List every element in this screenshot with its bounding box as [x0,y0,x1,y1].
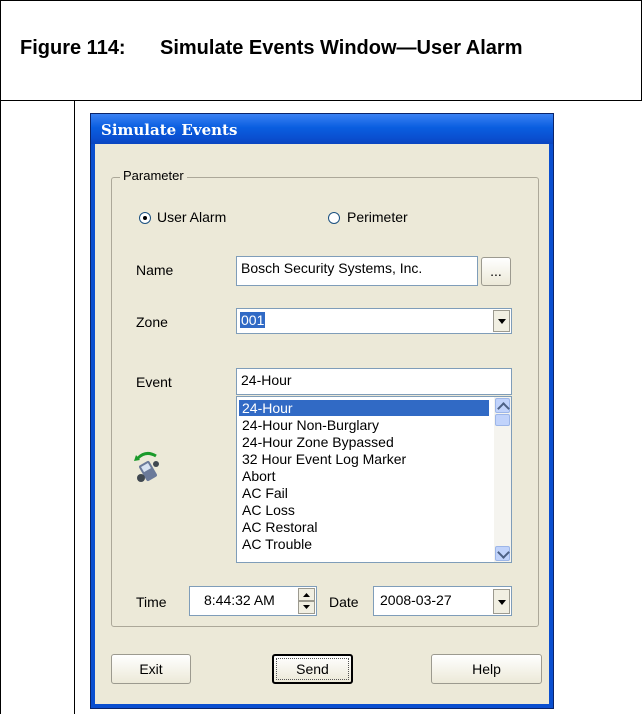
event-list-item[interactable]: AC Trouble [239,536,312,552]
figure-frame-top-rule [0,0,642,1]
help-button[interactable]: Help [431,654,542,684]
time-spinner-up[interactable] [298,588,315,601]
parameter-group-label: Parameter [120,168,187,183]
time-label: Time [136,594,167,610]
event-list-item[interactable]: 24-Hour [239,400,489,416]
event-list-item[interactable]: Abort [239,468,275,484]
figure-caption: Figure 114: Simulate Events Window—User A… [20,35,580,61]
date-input[interactable]: 2008-03-27 [373,586,512,616]
event-list[interactable]: 24-Hour 24-Hour Non-Burglary 24-Hour Zon… [236,396,512,563]
scroll-up-button[interactable] [495,398,510,415]
event-list-item[interactable]: AC Fail [239,485,288,501]
window-left-border [91,144,95,708]
window-title-bar[interactable]: Simulate Events [91,114,553,144]
scroll-thumb[interactable] [495,414,510,426]
exit-button[interactable]: Exit [111,654,191,684]
send-button-label: Send [296,661,329,677]
figure-title-separator [0,100,642,101]
event-list-item[interactable]: 32 Hour Event Log Marker [239,451,406,467]
send-button[interactable]: Send [272,654,353,684]
zone-select[interactable]: 001 [236,308,512,334]
help-button-label: Help [472,661,501,677]
event-list-item[interactable]: 24-Hour Non-Burglary [239,417,379,433]
spin-up-icon [303,593,310,597]
window-bottom-border [91,704,553,708]
name-value: Bosch Security Systems, Inc. [241,260,423,276]
exit-button-label: Exit [139,661,163,677]
perimeter-label[interactable]: Perimeter [347,209,408,225]
date-dropdown-arrow[interactable] [493,589,510,614]
time-spinner-down[interactable] [298,601,315,614]
name-label: Name [136,262,174,278]
perimeter-radio[interactable] [328,212,340,224]
browse-label: ... [490,263,502,279]
chevron-down-icon [497,546,510,559]
time-value: 8:44:32 AM [204,592,275,608]
event-list-scrollbar[interactable] [494,397,511,562]
date-value: 2008-03-27 [380,592,452,608]
name-input[interactable]: Bosch Security Systems, Inc. [236,256,478,286]
user-alarm-radio[interactable] [139,212,151,224]
event-list-item[interactable]: 24-Hour Zone Bypassed [239,434,394,450]
event-label: Event [136,374,172,390]
event-list-item[interactable]: AC Restoral [239,519,317,535]
zone-label: Zone [136,314,168,330]
chevron-up-icon [497,402,510,415]
date-label: Date [329,594,359,610]
figure-body-left-rule [74,101,75,714]
figure-number: Figure 114: [20,37,126,59]
scroll-down-button[interactable] [495,546,510,561]
event-input[interactable]: 24-Hour [236,368,512,395]
figure-title: Simulate Events Window—User Alarm [160,37,523,59]
zone-dropdown-arrow[interactable] [493,310,510,332]
spin-down-icon [303,605,310,609]
window-title: Simulate Events [101,121,238,139]
event-list-item[interactable]: AC Loss [239,502,295,518]
zone-value: 001 [240,312,266,328]
window-right-border [549,144,553,708]
simulate-events-window: Simulate Events Parameter User Alarm Per… [90,113,554,709]
user-alarm-label[interactable]: User Alarm [157,209,226,225]
name-browse-button[interactable]: ... [481,257,511,286]
event-value: 24-Hour [241,372,292,388]
phone-transfer-icon [132,450,164,484]
